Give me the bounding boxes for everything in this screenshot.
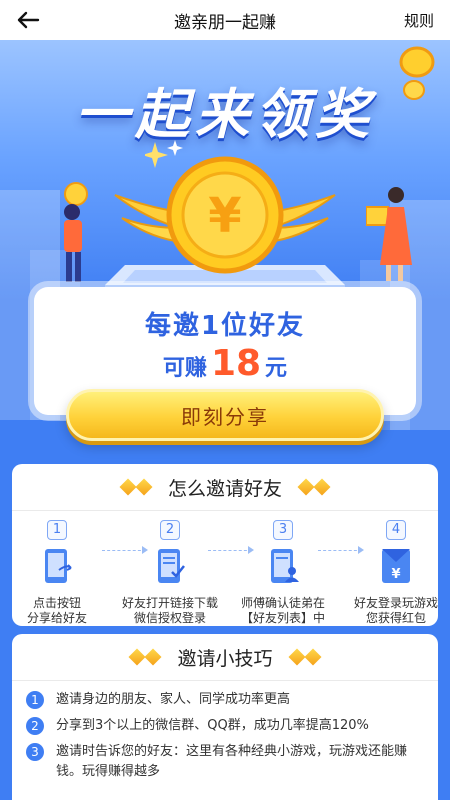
diamond-decor-icon bbox=[297, 478, 331, 496]
top-bar: 邀亲朋一起赚 规则 bbox=[0, 0, 450, 40]
diamond-decor-icon bbox=[288, 648, 321, 666]
invite-tips-section: 邀请小技巧 1 邀请身边的朋友、家人、同学成功率更高 2 分享到3个以上的微信群… bbox=[12, 634, 438, 800]
coin-icon bbox=[399, 46, 435, 100]
back-arrow-icon bbox=[17, 11, 40, 29]
page-title: 邀亲朋一起赚 bbox=[174, 12, 276, 33]
back-button[interactable] bbox=[10, 4, 46, 36]
tip-text: 邀请身边的朋友、家人、同学成功率更高 bbox=[56, 692, 291, 707]
step-text: 好友登录玩游戏 您获得红包 bbox=[353, 596, 438, 625]
step-item: 2 好友打开链接下载 微信授权登录 bbox=[120, 520, 220, 626]
hero-title: 一起来领奖 bbox=[75, 83, 375, 146]
tip-item: 3 邀请时告诉您的好友：这里有各种经典小游戏，玩游戏还能赚钱。玩得赚得越多 bbox=[26, 742, 428, 782]
section-title: 怎么邀请好友 bbox=[167, 477, 282, 500]
winged-coin-graphic: ¥ bbox=[114, 156, 336, 274]
tip-text: 分享到3个以上的微信群、QQ群，成功几率提高120% bbox=[56, 718, 369, 733]
person-holding-coin-graphic bbox=[64, 182, 88, 282]
reward-amount-line: 可赚 18 元 bbox=[34, 343, 416, 384]
step-text: 好友打开链接下载 微信授权登录 bbox=[121, 596, 218, 625]
step-item: 1 点击按钮 分享给好友 bbox=[7, 520, 107, 626]
rules-button[interactable]: 规则 bbox=[404, 10, 434, 31]
tip-item: 2 分享到3个以上的微信群、QQ群，成功几率提高120% bbox=[26, 716, 428, 736]
reward-headline: 每邀1位好友 bbox=[144, 311, 306, 341]
phone-share-icon bbox=[45, 549, 72, 583]
reward-earn-label: 可赚 bbox=[162, 356, 207, 381]
tip-number: 3 bbox=[26, 743, 44, 761]
divider bbox=[12, 510, 438, 511]
step-number: 3 bbox=[273, 520, 293, 540]
divider bbox=[12, 680, 438, 681]
svg-text:¥: ¥ bbox=[208, 188, 241, 244]
section-header: 邀请小技巧 bbox=[12, 644, 438, 670]
tip-number: 2 bbox=[26, 717, 44, 735]
step-number: 2 bbox=[160, 520, 180, 540]
step-item: 3 师傅确认徒弟在 【好友列表】中 bbox=[233, 520, 333, 626]
diamond-decor-icon bbox=[128, 648, 162, 666]
tip-text: 邀请时告诉您的好友：这里有各种经典小游戏，玩游戏还能赚钱。玩得赚得越多 bbox=[56, 744, 408, 779]
section-title: 邀请小技巧 bbox=[177, 647, 273, 670]
tip-item: 1 邀请身边的朋友、家人、同学成功率更高 bbox=[26, 690, 428, 710]
reward-amount: 18 bbox=[210, 343, 262, 384]
step-text: 点击按钮 分享给好友 bbox=[26, 596, 87, 625]
person-holding-gift-graphic bbox=[366, 187, 412, 281]
section-header: 怎么邀请好友 bbox=[12, 474, 438, 500]
step-number: 4 bbox=[386, 520, 406, 540]
phone-document-icon bbox=[158, 549, 185, 583]
diamond-decor-icon bbox=[119, 478, 153, 496]
red-packet-icon: ¥ bbox=[382, 549, 410, 583]
how-to-invite-section: 怎么邀请好友 1 点击按钮 分享给好友 2 好友打开链接下载 微信授权登录 3 bbox=[12, 464, 438, 626]
svg-text:¥: ¥ bbox=[391, 567, 400, 582]
step-number: 1 bbox=[47, 520, 67, 540]
reward-unit: 元 bbox=[265, 356, 288, 381]
tip-number: 1 bbox=[26, 691, 44, 709]
step-item: 4 ¥ 好友登录玩游戏 您获得红包 bbox=[346, 520, 446, 626]
phone-user-icon bbox=[271, 549, 299, 583]
share-now-button[interactable]: 即刻分享 bbox=[66, 389, 384, 441]
step-text: 师傅确认徒弟在 【好友列表】中 bbox=[240, 596, 325, 625]
